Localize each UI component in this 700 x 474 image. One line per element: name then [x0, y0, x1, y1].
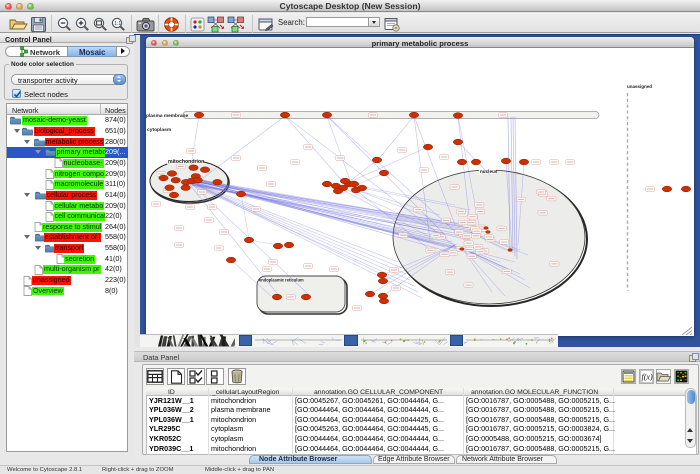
svg-text:f(x): f(x): [642, 373, 653, 382]
svg-text:cytoplasm: cytoplasm: [147, 127, 172, 133]
svg-text:mitochondrion: mitochondrion: [168, 159, 204, 165]
svg-text:endoplasmic reticulum: endoplasmic reticulum: [259, 278, 304, 283]
svg-text:nucleus: nucleus: [480, 169, 498, 174]
svg-text:unassigned: unassigned: [627, 84, 652, 89]
svg-text:plasma membrane: plasma membrane: [146, 113, 188, 119]
